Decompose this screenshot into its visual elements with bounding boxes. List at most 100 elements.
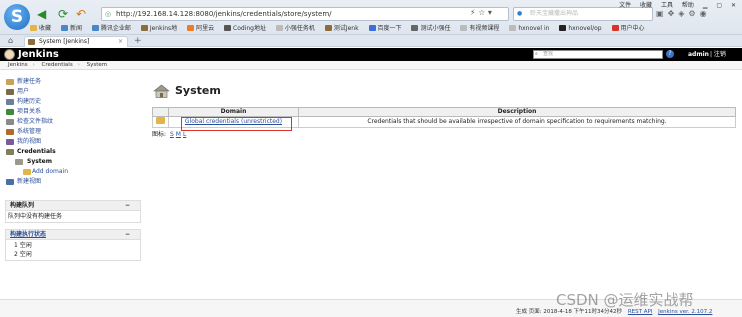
flash-icon[interactable]: ⚡ <box>470 8 476 17</box>
minimize-icon[interactable]: ▁ <box>703 2 708 9</box>
bookmark-item[interactable]: 阿里云 <box>187 22 214 35</box>
icon-size-selector: 图标: SML <box>152 131 186 139</box>
fingerprint-icon <box>6 119 14 125</box>
task-new-item[interactable]: 新建任务 <box>5 77 145 87</box>
extension-icon[interactable]: ▣ <box>656 9 668 18</box>
bookmark-item[interactable]: Coding地址 <box>224 22 266 35</box>
extension-icon[interactable]: ◉ <box>700 9 711 18</box>
menu-help[interactable]: 帮助 <box>682 2 694 9</box>
house-icon <box>153 84 170 98</box>
task-people[interactable]: 用户 <box>5 87 145 97</box>
menu-file[interactable]: 文件 <box>619 2 631 9</box>
bookmark-item[interactable]: 测试Jenk <box>324 22 359 35</box>
collapse-button[interactable]: − <box>125 230 130 240</box>
breadcrumb-separator: › <box>77 62 80 68</box>
tab-system-jenkins[interactable]: System [Jenkins] × <box>24 36 128 47</box>
breadcrumb-jenkins[interactable]: Jenkins <box>8 62 28 68</box>
tab-strip: ⌂ System [Jenkins] × + <box>0 35 742 47</box>
icon-size-small[interactable]: S <box>170 131 174 138</box>
close-icon[interactable]: ✕ <box>731 2 736 9</box>
page-icon <box>460 25 468 31</box>
bookmark-item[interactable]: 新闻 <box>60 22 82 35</box>
bookmark-item[interactable]: 测试小强任 <box>411 22 450 35</box>
bookmark-item[interactable]: 百度一下 <box>368 22 402 35</box>
bookmark-item[interactable]: hxnovel/op <box>559 22 602 35</box>
icon-size-large[interactable]: L <box>183 131 186 138</box>
back-icon[interactable]: ◀ <box>37 8 46 20</box>
extension-icon[interactable]: ✥ <box>668 9 679 18</box>
table-header-domain: Domain <box>168 107 299 117</box>
bookmarks-bar: 收藏 新闻 腾讯企业邮 Jenkins地 阿里云 Coding地址 小强任务机 … <box>0 22 742 35</box>
side-panel-tasks: 新建任务 用户 构建历史 项目关系 检查文件指纹 系统管理 我的视图 Crede… <box>5 77 145 187</box>
search-engine-icon: ● <box>517 10 523 17</box>
gear-icon <box>6 129 14 135</box>
domain-icon-cell <box>152 116 169 128</box>
folder-icon <box>91 25 99 31</box>
undo-icon[interactable]: ↶ <box>76 8 86 20</box>
new-tab-button[interactable]: + <box>134 36 142 46</box>
icon-size-medium[interactable]: M <box>176 131 181 138</box>
url-text: http://192.168.14.128:8080/jenkins/crede… <box>116 10 332 18</box>
task-fingerprint[interactable]: 检查文件指纹 <box>5 117 145 127</box>
breadcrumb-credentials[interactable]: Credentials <box>42 62 73 68</box>
task-system[interactable]: System <box>5 157 145 167</box>
jenkins-icon <box>140 25 148 31</box>
page-icon <box>411 25 419 31</box>
dropdown-icon[interactable]: ▾ <box>488 8 492 17</box>
table-header-icon <box>152 107 169 117</box>
bookmark-item[interactable]: hxnovel in <box>509 22 549 35</box>
user-link[interactable]: admin <box>688 48 709 61</box>
house-icon <box>15 159 23 165</box>
task-credentials[interactable]: Credentials <box>5 147 145 157</box>
browser-search-input[interactable]: ● 聆天宝藏撒出神品 <box>513 7 653 21</box>
bookmark-item[interactable]: 腾讯企业邮 <box>91 22 131 35</box>
user-icon <box>6 139 14 145</box>
task-project-relationship[interactable]: 项目关系 <box>5 107 145 117</box>
menu-favorites[interactable]: 收藏 <box>640 2 652 9</box>
task-new-view[interactable]: 新建视图 <box>5 177 145 187</box>
executor-row: 2 空闲 <box>14 251 32 258</box>
task-build-history[interactable]: 构建历史 <box>5 97 145 107</box>
bookmark-item[interactable]: 有视频课程 <box>460 22 499 35</box>
browser-extensions[interactable]: ▣✥◈⚙◉ <box>656 9 711 18</box>
key-icon <box>6 149 14 155</box>
tab-close-icon[interactable]: × <box>118 37 123 47</box>
cloud-icon <box>187 25 195 31</box>
executor-status-title[interactable]: 构建执行状态 <box>10 231 46 238</box>
star-icon[interactable]: ☆ <box>478 8 485 17</box>
build-queue-pane: 构建队列 − 队列中没有构建任务 <box>5 200 141 223</box>
search-icon: ⌕ <box>535 51 538 57</box>
refresh-icon[interactable]: ⟳ <box>58 8 68 20</box>
window-menu[interactable]: 文件 收藏 工具 帮助 ▁ ▢ ✕ <box>612 0 736 9</box>
home-icon[interactable]: ⌂ <box>8 36 13 45</box>
bookmark-item[interactable]: 收藏 <box>30 22 51 35</box>
extension-icon[interactable]: ◈ <box>678 9 688 18</box>
logout-link[interactable]: | 注销 <box>710 48 726 61</box>
executor-row: 1 空闲 <box>14 242 32 249</box>
collapse-button[interactable]: − <box>125 201 130 211</box>
build-queue-header: 构建队列 − <box>6 201 140 211</box>
jenkins-brand[interactable]: Jenkins <box>18 48 59 61</box>
bookmark-item[interactable]: Jenkins地 <box>140 22 177 35</box>
jenkins-search-input[interactable]: ⌕ 查找 <box>533 50 663 59</box>
task-manage-jenkins[interactable]: 系统管理 <box>5 127 145 137</box>
bookmark-item[interactable]: 用户中心 <box>611 22 645 35</box>
url-bar[interactable]: ◎ http://192.168.14.128:8080/jenkins/cre… <box>101 7 509 21</box>
secure-icon: ◎ <box>105 10 112 18</box>
url-actions[interactable]: ⚡ ☆ ▾ <box>470 7 508 19</box>
breadcrumb-system[interactable]: System <box>87 62 108 68</box>
task-add-domain[interactable]: Add domain <box>5 167 145 177</box>
executor-status-pane: 构建执行状态 − 1 空闲 2 空闲 <box>5 229 141 261</box>
maximize-icon[interactable]: ▢ <box>716 2 722 9</box>
help-icon[interactable]: ? <box>666 50 674 58</box>
jenkins-logo-icon[interactable] <box>4 49 15 60</box>
extension-icon[interactable]: ⚙ <box>688 9 699 18</box>
table-header-description: Description <box>298 107 736 117</box>
browser-search-placeholder: 聆天宝藏撒出神品 <box>530 10 579 17</box>
breadcrumb-separator: › <box>32 62 35 68</box>
add-domain-icon <box>23 169 31 175</box>
task-my-views[interactable]: 我的视图 <box>5 137 145 147</box>
baidu-icon <box>368 25 376 31</box>
bookmark-item[interactable]: 小强任务机 <box>275 22 315 35</box>
menu-tools[interactable]: 工具 <box>661 2 673 9</box>
